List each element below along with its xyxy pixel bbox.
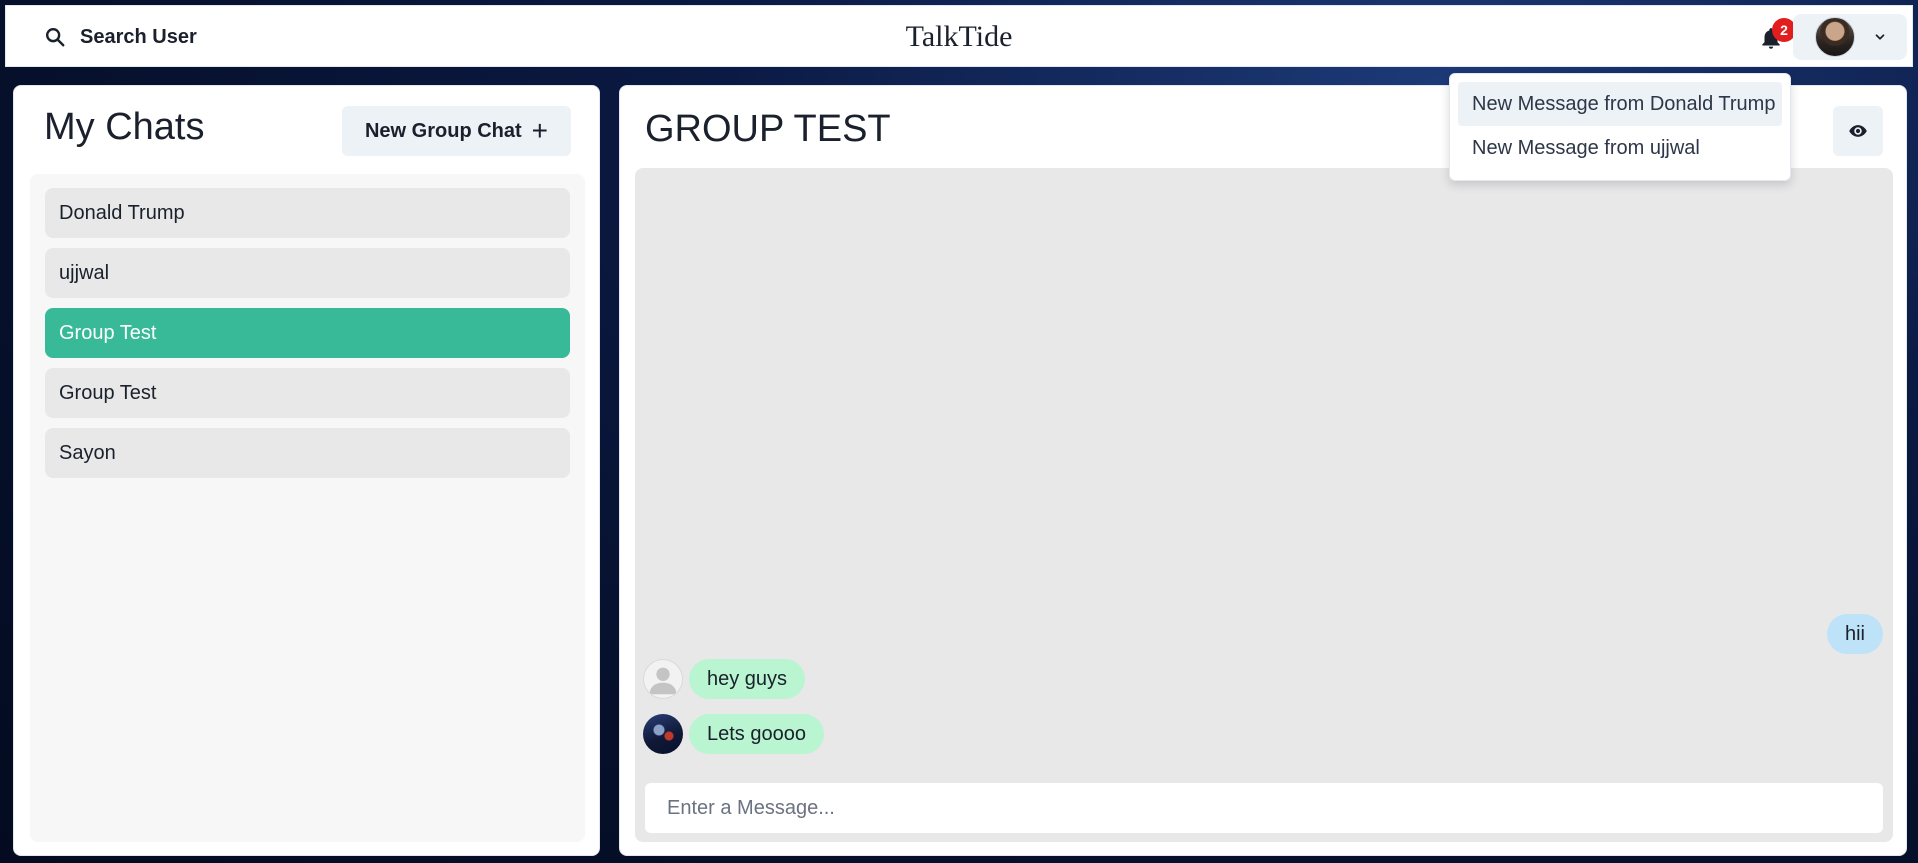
chat-list-item-selected[interactable]: Group Test: [45, 308, 570, 358]
chevron-down-icon: [1875, 34, 1885, 40]
notifications-button[interactable]: 2: [1756, 18, 1796, 52]
message-input[interactable]: [645, 783, 1883, 833]
message-bubble-mine: hii: [1826, 614, 1883, 654]
message-bubble-other: Lets goooo: [689, 714, 824, 754]
sender-avatar[interactable]: [643, 714, 683, 754]
messages-area: hii hey guys Lets goooo: [635, 168, 1893, 842]
plus-icon: +: [531, 115, 549, 146]
chat-name: ujjwal: [59, 261, 110, 284]
chat-list-item[interactable]: Donald Trump: [45, 188, 570, 238]
new-group-chat-button[interactable]: New Group Chat +: [342, 106, 571, 156]
app-brand-title: TalkTide: [905, 20, 1013, 53]
chat-list: Donald Trump ujjwal Group Test Group Tes…: [30, 174, 585, 842]
message-text: hey guys: [707, 667, 788, 690]
notification-text: New Message from ujjwal: [1472, 136, 1700, 159]
my-chats-panel: My Chats New Group Chat + Donald Trump u…: [13, 85, 600, 856]
message-bubble-other: hey guys: [689, 659, 806, 699]
new-group-chat-label: New Group Chat: [364, 119, 522, 142]
eye-icon: [1849, 125, 1867, 137]
notification-text: New Message from Donald Trump: [1472, 92, 1776, 115]
chat-list-item[interactable]: Sayon: [45, 428, 570, 478]
chat-panel: GROUP TEST hii hey guys Lets goooo: [619, 85, 1907, 856]
chat-name: Donald Trump: [59, 201, 185, 224]
view-group-info-button[interactable]: [1833, 106, 1883, 156]
chat-list-item[interactable]: Group Test: [45, 368, 570, 418]
chat-title: GROUP TEST: [645, 108, 891, 150]
user-avatar: [1815, 17, 1855, 57]
notifications-dropdown: New Message from Donald Trump New Messag…: [1449, 73, 1791, 181]
chat-name: Group Test: [59, 321, 157, 344]
my-chats-title: My Chats: [44, 106, 205, 148]
profile-menu-button[interactable]: [1793, 14, 1907, 60]
notification-item[interactable]: New Message from ujjwal: [1458, 126, 1782, 170]
default-user-icon: [649, 667, 677, 695]
message-text: Lets goooo: [707, 722, 806, 745]
search-user-button[interactable]: Search User: [28, 14, 213, 60]
notification-item[interactable]: New Message from Donald Trump: [1458, 82, 1782, 126]
chat-list-item[interactable]: ujjwal: [45, 248, 570, 298]
top-bar: Search User TalkTide 2: [5, 5, 1913, 67]
sender-avatar[interactable]: [643, 659, 683, 699]
search-user-label: Search User: [80, 25, 197, 48]
message-text: hii: [1844, 622, 1865, 645]
chat-name: Sayon: [59, 441, 116, 464]
search-icon: [46, 28, 65, 47]
chat-name: Group Test: [59, 381, 157, 404]
